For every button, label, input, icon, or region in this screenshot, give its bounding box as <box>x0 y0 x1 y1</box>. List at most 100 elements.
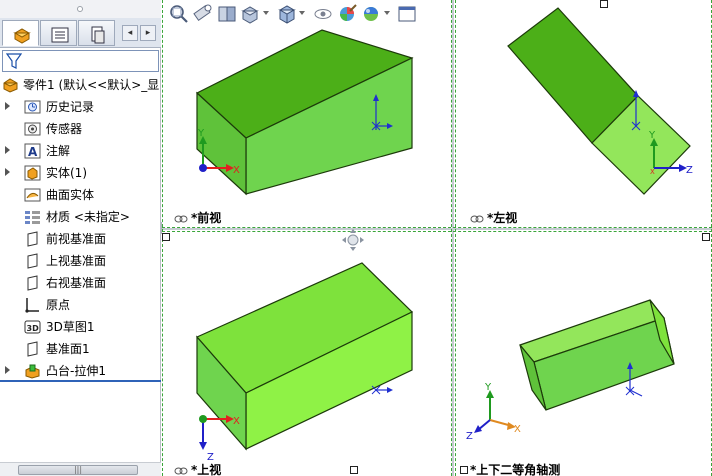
expand-arrow-icon[interactable] <box>5 102 10 110</box>
tab-scroll-right-icon[interactable]: ▸ <box>140 25 156 41</box>
manager-tabs: ◂ ▸ <box>0 18 161 48</box>
material-icon <box>25 211 40 224</box>
svg-text:X: X <box>233 416 240 427</box>
tree-root-part[interactable]: 零件1 (默认<<默认>_显 <box>0 74 161 96</box>
tab-feature-manager[interactable] <box>2 20 39 46</box>
viewport-corner-handle <box>162 233 170 241</box>
tree-item-solid-bodies[interactable]: 实体(1) <box>0 162 161 184</box>
surface-bodies-icon <box>24 188 41 202</box>
plane-icon <box>27 231 38 247</box>
expand-arrow-icon[interactable] <box>5 168 10 176</box>
tree-item-label: 原点 <box>46 298 71 312</box>
sensor-folder-icon <box>24 122 41 136</box>
viewport-front-label: *前视 <box>174 209 221 226</box>
dropdown-caret-icon[interactable] <box>384 11 390 15</box>
part-icon <box>3 78 18 93</box>
hide-show-items-icon[interactable] <box>312 3 334 25</box>
tree-item-label: 前视基准面 <box>46 232 107 246</box>
tree-item-annotations[interactable]: A 注解 <box>0 140 161 162</box>
tree-item-history[interactable]: 历史记录 <box>0 96 161 118</box>
horizontal-viewport-splitter[interactable] <box>162 228 712 230</box>
zoom-to-fit-icon[interactable] <box>168 3 190 25</box>
rollback-bar[interactable] <box>0 380 161 382</box>
grip-dot-icon <box>77 6 83 12</box>
svg-text:Z: Z <box>466 431 473 442</box>
property-list-icon <box>51 27 69 43</box>
tree-item-material[interactable]: 材质 <未指定> <box>0 206 161 228</box>
viewport-front-title: *前视 <box>191 211 222 225</box>
tree-item-label: 3D草图1 <box>46 320 95 334</box>
tree-item-sensors[interactable]: 传感器 <box>0 118 161 140</box>
viewport-move-handle-icon[interactable] <box>342 229 364 251</box>
scrollbar-thumb[interactable]: ||| <box>18 465 138 475</box>
reference-triad: X Z <box>199 415 240 463</box>
configuration-icon <box>91 26 105 44</box>
vertical-viewport-splitter[interactable] <box>452 0 454 476</box>
tree-filter-input[interactable] <box>2 50 159 72</box>
view-orientation-icon[interactable] <box>276 3 298 25</box>
svg-text:Z: Z <box>686 165 693 176</box>
part-tree-icon <box>13 28 31 44</box>
viewport-corner-handle <box>460 466 468 474</box>
tree-item-label: 曲面实体 <box>46 188 95 202</box>
viewport-trimetric[interactable]: Y X Z *上下二等角轴测 <box>454 230 712 476</box>
tree-item-label: 基准面1 <box>46 342 90 356</box>
dropdown-caret-icon[interactable] <box>299 11 305 15</box>
tab-scroll-left-icon[interactable]: ◂ <box>122 25 138 41</box>
previous-view-icon[interactable] <box>216 3 238 25</box>
expand-arrow-icon[interactable] <box>5 146 10 154</box>
svg-text:Y: Y <box>484 382 492 393</box>
tab-configuration-manager[interactable] <box>78 20 115 46</box>
tree-item-label: 注解 <box>46 144 71 158</box>
plane-icon <box>27 341 38 357</box>
tree-item-label: 传感器 <box>46 122 83 136</box>
top-view-model: X Z <box>196 262 414 463</box>
viewport-trimetric-label: *上下二等角轴测 <box>470 461 560 476</box>
expand-arrow-icon[interactable] <box>5 366 10 374</box>
tree-item-plane1[interactable]: 基准面1 <box>0 338 161 360</box>
tree-item-origin[interactable]: 原点 <box>0 294 161 316</box>
tree-item-front-plane[interactable]: 前视基准面 <box>0 228 161 250</box>
feature-manager-panel: ◂ ▸ 零件1 (默认<<默认>_显 历史记录 传感器 A 注解 实体(1) 曲… <box>0 0 161 476</box>
svg-text:X: X <box>650 168 655 176</box>
viewport-left-title: *左视 <box>487 211 518 225</box>
split-guide-horizontal <box>162 227 712 228</box>
filter-funnel-icon <box>6 53 22 69</box>
solid-bodies-icon <box>24 165 41 181</box>
tree-item-3d-sketch[interactable]: 3D 3D草图1 <box>0 316 161 338</box>
viewport-top[interactable]: X Z *上视 <box>162 230 452 476</box>
svg-text:A: A <box>28 145 38 159</box>
viewport-corner-handle <box>350 466 358 474</box>
heads-up-view-toolbar <box>164 0 454 28</box>
viewport-top-title: *上视 <box>191 463 222 476</box>
plane-icon <box>27 253 38 269</box>
svg-text:X: X <box>514 424 521 435</box>
viewport-left[interactable]: Y Z X *左视 <box>454 0 712 228</box>
tree-item-boss-extrude[interactable]: 凸台-拉伸1 <box>0 360 161 382</box>
tree-item-label: 实体(1) <box>46 166 87 180</box>
viewport-corner-handle <box>600 0 608 8</box>
link-views-icon[interactable] <box>174 467 188 475</box>
link-views-icon[interactable] <box>174 215 188 223</box>
graphics-area[interactable]: Y X *前视 Y Z X *左视 X Z *上视 Y X Z *上下二等角轴测 <box>162 0 712 476</box>
section-view-icon[interactable] <box>240 3 262 25</box>
annotations-icon: A <box>24 143 41 159</box>
tree-item-surface-bodies[interactable]: 曲面实体 <box>0 184 161 206</box>
viewport-front[interactable]: Y X *前视 <box>162 0 452 228</box>
panel-grip[interactable] <box>0 0 161 18</box>
front-view-model: Y X <box>195 29 414 196</box>
dropdown-caret-icon[interactable] <box>263 11 269 15</box>
edit-appearance-icon[interactable] <box>336 3 358 25</box>
view-settings-icon[interactable] <box>396 3 418 25</box>
apply-scene-icon[interactable] <box>360 3 382 25</box>
panel-horizontal-scrollbar[interactable]: ||| <box>0 462 161 476</box>
tree-item-right-plane[interactable]: 右视基准面 <box>0 272 161 294</box>
svg-text:X: X <box>233 165 240 176</box>
tab-property-manager[interactable] <box>40 20 77 46</box>
zoom-to-area-icon[interactable] <box>192 3 214 25</box>
viewport-top-label: *上视 <box>174 461 221 476</box>
link-views-icon[interactable] <box>470 215 484 223</box>
tree-root-label: 零件1 (默认<<默认>_显 <box>23 78 160 92</box>
tree-item-top-plane[interactable]: 上视基准面 <box>0 250 161 272</box>
reference-triad: Y X Z <box>466 382 521 442</box>
